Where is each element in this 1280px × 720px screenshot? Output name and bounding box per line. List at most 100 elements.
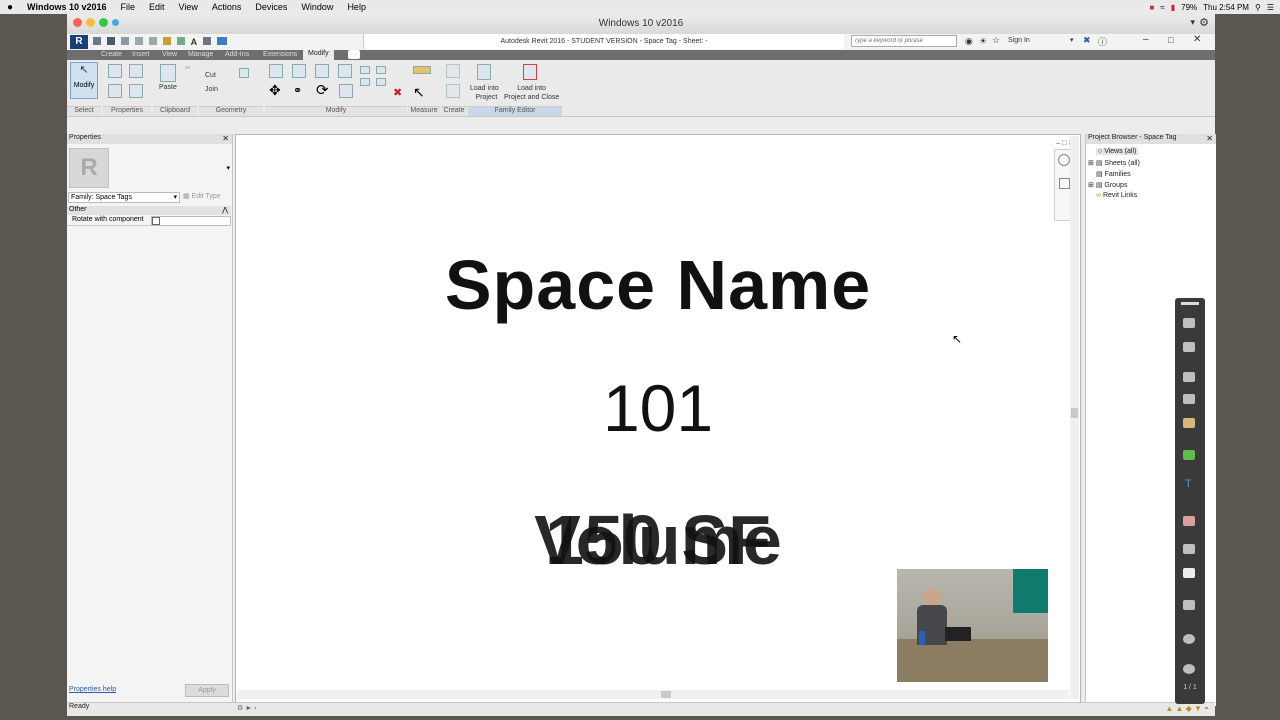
load-into-project-close-button[interactable]: Load into Project and Close	[504, 84, 559, 102]
family-types-icon[interactable]	[108, 64, 122, 78]
communication-icon[interactable]: ☀	[979, 36, 987, 47]
tab-options-icon[interactable]	[348, 50, 360, 59]
trim-icon[interactable]	[339, 84, 353, 98]
move-icon[interactable]: ✥	[269, 82, 281, 99]
menu-help[interactable]: Help	[347, 2, 366, 12]
rectangle-icon[interactable]	[1183, 568, 1195, 578]
redo-circle-icon[interactable]	[1183, 634, 1195, 644]
highlight-icon[interactable]	[1183, 342, 1195, 352]
mirror-draw-icon[interactable]	[338, 64, 352, 78]
steering-wheel-icon[interactable]	[1058, 154, 1070, 166]
offset-icon[interactable]	[292, 64, 306, 78]
selection-filter-icons[interactable]: ▲ ▲ ◆ ▼ ◓	[1165, 704, 1209, 713]
type-properties-icon[interactable]	[129, 84, 143, 98]
gear-icon[interactable]: ⚙	[1199, 16, 1209, 29]
restore-icon[interactable]: □	[1168, 35, 1173, 45]
family-category-icon[interactable]	[129, 64, 143, 78]
tab-manage[interactable]: Manage	[188, 51, 213, 58]
properties-icon[interactable]	[108, 84, 122, 98]
horizontal-scroll-thumb[interactable]	[661, 691, 671, 698]
wifi-icon[interactable]: ≈	[1160, 3, 1164, 12]
measure-tool-icon[interactable]	[413, 66, 431, 74]
pencil-icon[interactable]	[1183, 418, 1195, 428]
scale-icon[interactable]	[360, 78, 370, 86]
load-into-project-button[interactable]: Load into Project	[470, 84, 499, 102]
close-icon[interactable]: ✕	[1206, 134, 1213, 143]
apple-icon[interactable]: ●	[7, 2, 13, 13]
dimension-icon[interactable]: ↖	[413, 84, 425, 101]
copy-icon[interactable]: ⚭	[293, 84, 302, 97]
zoom-icon[interactable]	[1058, 178, 1070, 189]
shape-icon[interactable]	[1183, 372, 1195, 382]
pin-icon[interactable]	[376, 78, 386, 86]
tree-item-sheets[interactable]: ⊞ ▤ Sheets (all)	[1088, 159, 1140, 167]
undo-icon[interactable]	[134, 37, 143, 45]
pointer-icon[interactable]	[1183, 544, 1195, 554]
search-input[interactable]	[851, 35, 957, 47]
revit-logo[interactable]: R	[70, 35, 88, 49]
array-icon[interactable]	[376, 66, 386, 74]
rotate-icon[interactable]: ⟳	[316, 81, 329, 99]
search-icon[interactable]: ⚲	[1255, 3, 1261, 12]
tree-item-families[interactable]: ▤ Families	[1096, 170, 1131, 178]
blur-icon[interactable]	[1183, 516, 1195, 526]
mirror-axis-icon[interactable]	[315, 64, 329, 78]
expand-icon[interactable]: ⊞	[1088, 182, 1094, 189]
star-icon[interactable]: ☆	[992, 35, 1000, 46]
create-group-icon[interactable]	[446, 64, 460, 78]
edit-type-button[interactable]: ▦ Edit Type	[183, 192, 221, 200]
select-panel-label[interactable]: Select	[67, 106, 101, 116]
calendar-icon[interactable]: ■	[1150, 3, 1155, 12]
menu-devices[interactable]: Devices	[255, 2, 287, 12]
3d-icon[interactable]	[203, 37, 212, 45]
clock[interactable]: Thu 2:54 PM	[1203, 3, 1249, 12]
modify-button[interactable]: ↖ Modify	[70, 62, 98, 99]
rotate-with-component-checkbox[interactable]	[152, 217, 160, 225]
exchange-icon[interactable]: ✖	[1083, 35, 1091, 46]
tab-insert[interactable]: Insert	[132, 51, 150, 58]
tree-item-groups[interactable]: ⊞ ▤ Groups	[1088, 181, 1127, 189]
menu-window[interactable]: Window	[301, 2, 333, 12]
text-icon[interactable]: A	[191, 37, 198, 47]
chevron-down-icon[interactable]: ▾	[1190, 17, 1195, 28]
load-close-icon[interactable]	[523, 64, 537, 80]
paste-label[interactable]: Paste	[159, 84, 177, 91]
align-tool-icon[interactable]	[269, 64, 283, 78]
join-button[interactable]: Join	[205, 86, 218, 93]
close-icon[interactable]: ✕	[1193, 34, 1201, 45]
minimize-icon[interactable]: –	[1143, 34, 1149, 45]
menu-app[interactable]: Windows 10 v2016	[27, 2, 106, 12]
redo-icon[interactable]	[148, 37, 157, 45]
tab-extensions[interactable]: Extensions	[263, 51, 297, 58]
menu-edit[interactable]: Edit	[149, 2, 165, 12]
sign-in-label[interactable]: Sign In	[1008, 37, 1030, 44]
menu-view[interactable]: View	[179, 2, 198, 12]
toolbar-minimize-icon[interactable]	[1181, 302, 1199, 305]
cut-small-icon[interactable]: ✂	[185, 64, 191, 72]
tab-modify[interactable]: Modify	[303, 50, 334, 60]
chevron-down-icon[interactable]: ▾	[1070, 36, 1074, 44]
sync-icon[interactable]	[120, 37, 129, 45]
space-number-label[interactable]: 101	[236, 370, 1080, 446]
vertical-scroll-thumb[interactable]	[1071, 408, 1078, 418]
measure-icon[interactable]	[162, 37, 171, 45]
text-tool-icon[interactable]: T	[1185, 478, 1192, 490]
expand-icon[interactable]: ⊞	[1088, 160, 1094, 167]
tree-item-revit-links[interactable]: ∞ Revit Links	[1096, 192, 1137, 199]
type-selector-chevron-icon[interactable]: ▾	[226, 164, 230, 172]
vertical-scrollbar[interactable]	[1070, 136, 1079, 699]
menu-actions[interactable]: Actions	[212, 2, 242, 12]
marker-icon[interactable]	[1183, 450, 1195, 460]
delete-icon[interactable]: ✖	[393, 86, 402, 99]
wall-joins-icon[interactable]	[239, 68, 249, 78]
space-name-label[interactable]: Space Name	[236, 245, 1080, 325]
notification-icon[interactable]: ☰	[1267, 3, 1274, 12]
close-icon[interactable]: ✕	[222, 134, 229, 143]
load-into-project-icon[interactable]	[477, 64, 491, 80]
menu-file[interactable]: File	[121, 2, 136, 12]
align-icon[interactable]	[176, 37, 185, 45]
view-control-icons[interactable]: ⚙ ► ‹	[237, 704, 256, 712]
binoculars-icon[interactable]: ◉	[965, 36, 973, 47]
save-icon[interactable]	[106, 37, 115, 45]
tab-addins[interactable]: Add-Ins	[225, 51, 249, 58]
